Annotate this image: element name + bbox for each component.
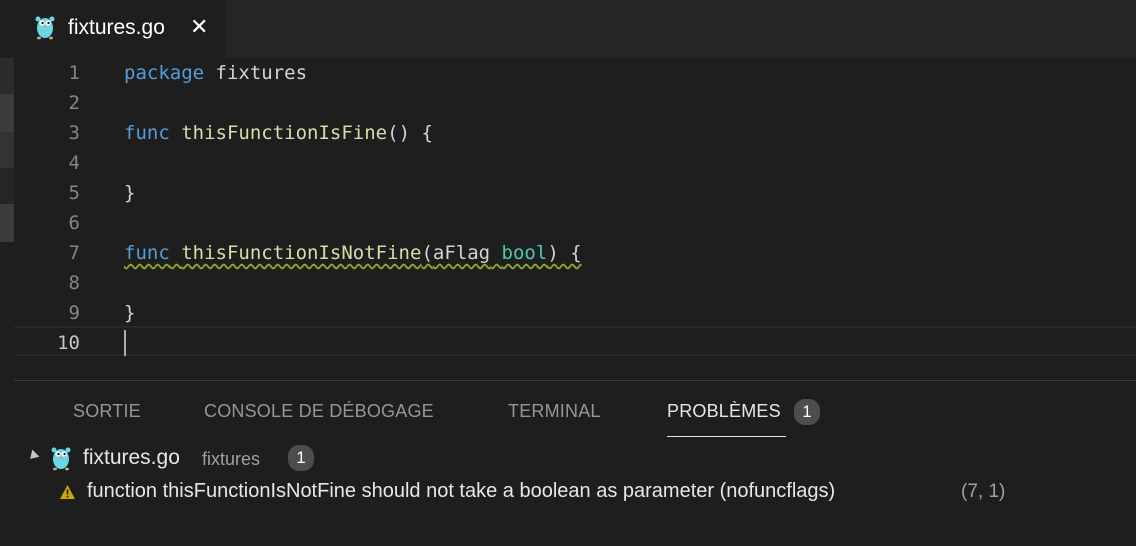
code-line: 6 <box>14 208 1136 238</box>
activity-strip-segment <box>0 168 14 204</box>
tab-fixtures-go[interactable]: fixtures.go ✕ <box>14 0 226 58</box>
code-line: 2 <box>14 88 1136 118</box>
punctuation-token: } <box>124 302 136 324</box>
function-name-token: thisFunctionIsNotFine <box>181 242 422 264</box>
code-line: 3 func thisFunctionIsFine() { <box>14 118 1136 148</box>
line-number: 10 <box>57 332 80 354</box>
code-line: 9 } <box>14 298 1136 328</box>
lint-warning-squiggle[interactable]: func thisFunctionIsNotFine(aFlag bool) { <box>124 238 582 268</box>
line-number: 4 <box>68 152 80 174</box>
activity-strip-segment <box>0 58 14 94</box>
keyword-token: func <box>124 122 170 144</box>
problem-message: function thisFunctionIsNotFine should no… <box>87 480 836 502</box>
code-line: 5 } <box>14 178 1136 208</box>
tab-output[interactable]: SORTIE <box>73 401 141 422</box>
type-token: bool <box>501 242 548 264</box>
gopher-icon <box>35 16 55 40</box>
line-number: 1 <box>68 62 80 84</box>
problem-file-description: fixtures <box>202 449 261 469</box>
code-editor[interactable]: 1 package fixtures 2 3 func thisFunction… <box>14 58 1136 380</box>
line-number: 3 <box>68 122 80 144</box>
activity-strip-segment <box>0 94 14 132</box>
tab-bar: fixtures.go ✕ <box>14 0 1136 58</box>
text-cursor <box>124 330 126 356</box>
line-number: 2 <box>68 92 80 114</box>
bottom-panel: SORTIE CONSOLE DE DÉBOGAGE TERMINAL PROB… <box>14 380 1136 546</box>
function-name-token: thisFunctionIsFine <box>181 122 388 144</box>
keyword-token: func <box>124 242 170 264</box>
problem-location: (7, 1) <box>961 481 1006 502</box>
problem-item[interactable]: function thisFunctionIsNotFine should no… <box>14 479 1136 507</box>
problem-file-name: fixtures.go <box>83 446 180 469</box>
problem-file-row[interactable]: fixtures.go fixtures 1 <box>14 443 1136 473</box>
line-number: 8 <box>68 272 80 294</box>
tab-terminal[interactable]: TERMINAL <box>508 401 601 422</box>
punctuation-token: () { <box>387 122 433 144</box>
line-number: 5 <box>68 182 80 204</box>
gopher-icon <box>51 447 71 471</box>
punctuation-token: ( <box>421 242 433 264</box>
line-number: 9 <box>68 302 80 324</box>
active-tab-indicator <box>667 436 786 437</box>
code-line: 8 <box>14 268 1136 298</box>
line-number: 6 <box>68 212 80 234</box>
editor-window: fixtures.go ✕ 1 package fixtures 2 3 fun… <box>0 0 1136 546</box>
punctuation-token: } <box>124 182 136 204</box>
warning-icon <box>60 485 75 499</box>
close-icon[interactable]: ✕ <box>190 15 208 40</box>
line-number: 7 <box>68 242 80 264</box>
keyword-token: package <box>124 62 205 84</box>
parameter-token: aFlag <box>432 242 491 264</box>
activity-strip-segment <box>0 132 14 168</box>
file-problem-count-badge: 1 <box>288 445 314 471</box>
current-code-line: 10 <box>14 326 1136 356</box>
activity-strip-segment <box>0 242 14 546</box>
tab-label: fixtures.go <box>68 16 165 39</box>
problems-count-badge: 1 <box>794 399 820 425</box>
punctuation-token: ) { <box>547 242 582 264</box>
chevron-down-icon[interactable] <box>26 449 40 463</box>
tab-problems[interactable]: PROBLÈMES <box>667 401 781 422</box>
tab-debug-console[interactable]: CONSOLE DE DÉBOGAGE <box>204 401 434 422</box>
code-line: 4 <box>14 148 1136 178</box>
identifier-token: fixtures <box>215 62 308 84</box>
activity-strip-segment <box>0 204 14 242</box>
code-line: 1 package fixtures <box>14 58 1136 88</box>
code-line: 7 func thisFunctionIsNotFine(aFlag bool)… <box>14 238 1136 268</box>
